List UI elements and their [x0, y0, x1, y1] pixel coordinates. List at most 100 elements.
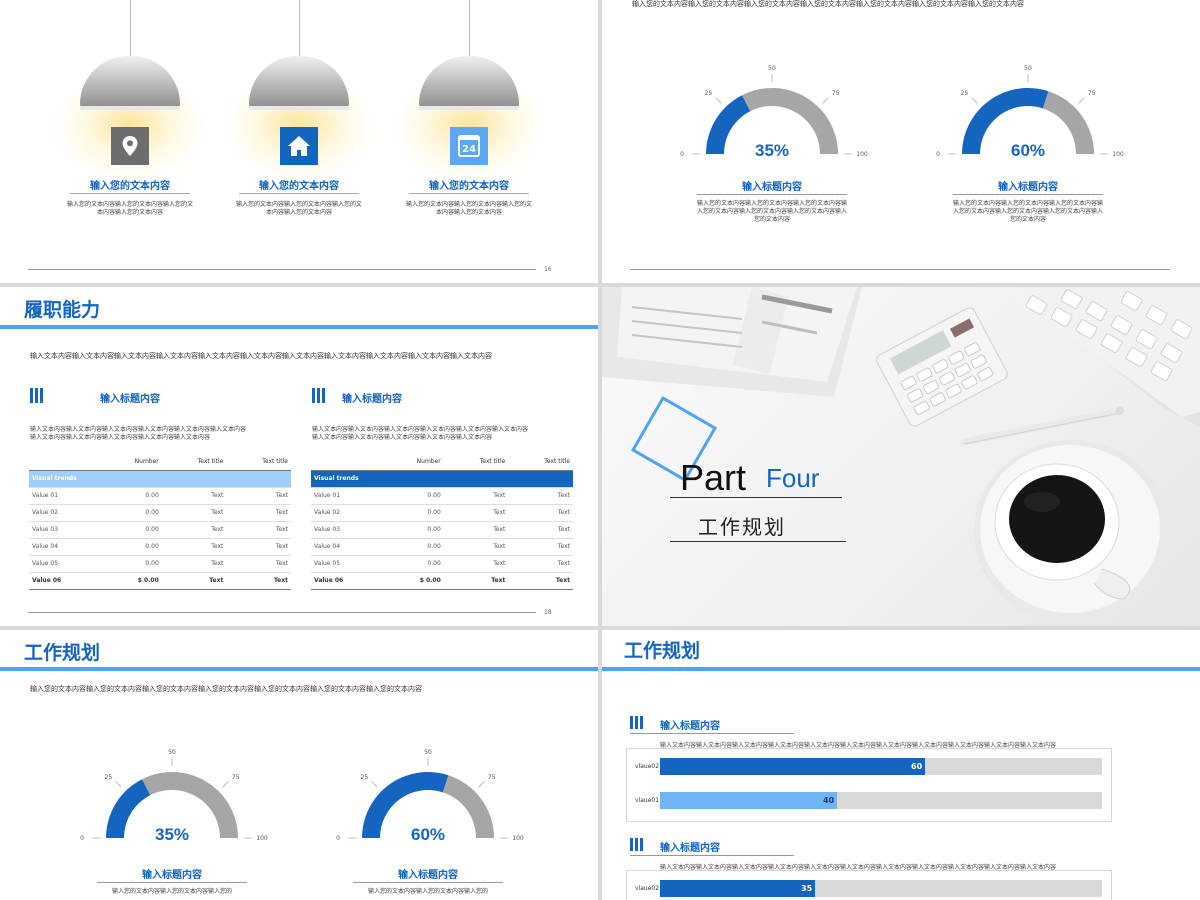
- chart-heading: 输入标题内容: [660, 843, 720, 854]
- table-cell: 0.00: [100, 521, 162, 539]
- table-cell: $ 0.00: [100, 572, 162, 590]
- gauge-tick: [371, 781, 378, 788]
- table-row: Value 03 0.00 Text Text: [311, 521, 573, 539]
- gauge-value-label: 60%: [411, 825, 445, 844]
- gauge-chart: 0 25 50 75 100 60%: [936, 65, 1124, 160]
- part-subtitle: 工作规划: [698, 515, 786, 539]
- table-cell: 0.00: [382, 504, 444, 522]
- bar-category-label: vlaue01: [635, 797, 660, 804]
- data-table: Number Text title Text title Visual trends V…: [311, 453, 573, 590]
- heading-underline: [630, 733, 794, 734]
- title-underline: [70, 193, 190, 194]
- gauge-tick-label: 0: [336, 835, 340, 842]
- gauge-tick: [222, 781, 229, 788]
- table-cell: Text: [443, 555, 509, 573]
- lamp-wire: [299, 0, 300, 58]
- gauge-tick: [715, 97, 722, 104]
- title-underline: [0, 325, 598, 329]
- bar-fill: [660, 880, 815, 897]
- part-word: Part: [680, 457, 747, 498]
- slide-work-plan-bars[interactable]: 工作规划 输入标题内容 输入文本内容输入文本内容输入文本内容输入文本内容输入文本内…: [602, 630, 1200, 900]
- table-row: Value 03 0.00 Text Text: [29, 521, 291, 539]
- gauge-description: 输入您的文本内容输入您的文本内容输入您的: [367, 888, 488, 895]
- title-underline: [353, 882, 503, 883]
- table-cell: Value 05: [311, 555, 383, 573]
- gauge-value-label: 35%: [155, 825, 189, 844]
- table-cell: Text: [226, 521, 291, 539]
- table-cell: Value 06: [29, 572, 101, 590]
- slide-grid: 输入您的文本内容 输入您的文本内容输入您的文本内容输入您的文本内容输入您的文本内容…: [0, 0, 1200, 900]
- table-cell: Text: [443, 572, 509, 590]
- title-underline: [602, 667, 1200, 671]
- gauge-tick: [822, 97, 829, 104]
- table-header-row: Number Text title Text title: [29, 453, 291, 471]
- table-cell: Value 04: [29, 538, 101, 556]
- intro-text: 输入文本内容输入文本内容输入文本内容输入文本内容输入文本内容输入文本内容输入文本…: [30, 352, 492, 360]
- gauge-chart: 0 25 50 75 100 35%: [680, 65, 868, 160]
- gauge-tick-label: 50: [424, 749, 432, 756]
- gauge-tick-label: 25: [105, 774, 113, 781]
- gauge-tick-label: 75: [488, 774, 496, 781]
- lamp-wire: [130, 0, 131, 58]
- gauge-chart: 0 25 50 75 100 60%: [336, 749, 524, 844]
- table-row: Value 02 0.00 Text Text: [311, 504, 573, 522]
- table-group-row: Visual trends: [311, 470, 573, 488]
- table-row: Value 05 0.00 Text Text: [311, 555, 573, 573]
- page-number: 18: [544, 609, 552, 616]
- slide-gauges-top[interactable]: 输入您的文本内容输入您的文本内容输入您的文本内容输入您的文本内容输入您的文本内容…: [602, 0, 1200, 283]
- table-cell: Text: [508, 555, 573, 573]
- gauge-tick-label: 0: [936, 151, 940, 158]
- header-cell: Number: [100, 453, 162, 471]
- gauge-tick-label: 25: [961, 90, 969, 97]
- item-text: 输入您的文本内容输入您的文本内容输入您的文本内容输入您的文本内容: [235, 201, 362, 216]
- gauge-value-label: 35%: [755, 141, 789, 160]
- header-cell: Text title: [161, 453, 227, 471]
- header-cell: Text title: [443, 453, 509, 471]
- footer-line: [28, 612, 536, 613]
- slide-part-four[interactable]: Part Four 工作规划: [602, 287, 1200, 626]
- bar-stroke: [630, 838, 633, 851]
- table-heading: 输入标题内容: [100, 394, 160, 405]
- gauge-tick-label: 50: [1024, 65, 1032, 72]
- gauge-tick: [1078, 97, 1085, 104]
- table-cell: $ 0.00: [382, 572, 444, 590]
- bar-stroke: [635, 838, 638, 851]
- table-header-row: Number Text title Text title: [311, 453, 573, 471]
- intro-text: 输入您的文本内容输入您的文本内容输入您的文本内容输入您的文本内容输入您的文本内容…: [632, 0, 1024, 8]
- table-cell: 0.00: [100, 504, 162, 522]
- table-cell: Text: [508, 487, 573, 505]
- table-cell: Value 03: [29, 521, 101, 539]
- page-title: 工作规划: [24, 642, 101, 664]
- group-cell: Visual trends: [29, 470, 291, 488]
- item-title: 输入您的文本内容: [259, 181, 339, 192]
- header-cell: Text title: [226, 453, 291, 471]
- table-row: Value 06 $ 0.00 Text Text: [29, 572, 291, 590]
- table-cell: 0.00: [100, 555, 162, 573]
- slide-work-plan-gauges[interactable]: 工作规划 输入您的文本内容输入您的文本内容输入您的文本内容输入您的文本内容输入您…: [0, 630, 598, 900]
- table-cell: 0.00: [382, 487, 444, 505]
- slide-lamps[interactable]: 输入您的文本内容 输入您的文本内容输入您的文本内容输入您的文本内容输入您的文本内容…: [0, 0, 598, 283]
- table-cell: Value 03: [311, 521, 383, 539]
- header-cell: Text title: [508, 453, 573, 471]
- pen-image: [960, 407, 1124, 446]
- gauge-description: 输入您的文本内容输入您的文本内容输入您的文本内容输入您的文本内容输入您的文本内容…: [697, 200, 848, 223]
- gauge-tick: [478, 781, 485, 788]
- lamp-shade-icon: [80, 56, 180, 108]
- gauge-tick-label: 0: [80, 835, 84, 842]
- title-underline: [953, 194, 1103, 195]
- header-cell: Number: [382, 453, 444, 471]
- gauge-description: 输入您的文本内容输入您的文本内容输入您的文本内容输入您的文本内容输入您的文本内容…: [953, 200, 1104, 223]
- item-title: 输入您的文本内容: [90, 181, 170, 192]
- gauge-title: 输入标题内容: [742, 182, 802, 193]
- table-cell: 0.00: [382, 521, 444, 539]
- footer-line: [28, 269, 536, 270]
- gauge-tick-label: 100: [256, 835, 268, 842]
- table-cell: 0.00: [382, 555, 444, 573]
- table-cell: Text: [443, 487, 509, 505]
- table-cell: Text: [226, 487, 291, 505]
- slide-competence[interactable]: 履职能力 输入文本内容输入文本内容输入文本内容输入文本内容输入文本内容输入文本内…: [0, 287, 598, 626]
- gauge-tick-label: 75: [1088, 90, 1096, 97]
- lamp-rim: [419, 106, 519, 110]
- bar-stroke: [635, 716, 638, 729]
- table-group-row: Visual trends: [29, 470, 291, 488]
